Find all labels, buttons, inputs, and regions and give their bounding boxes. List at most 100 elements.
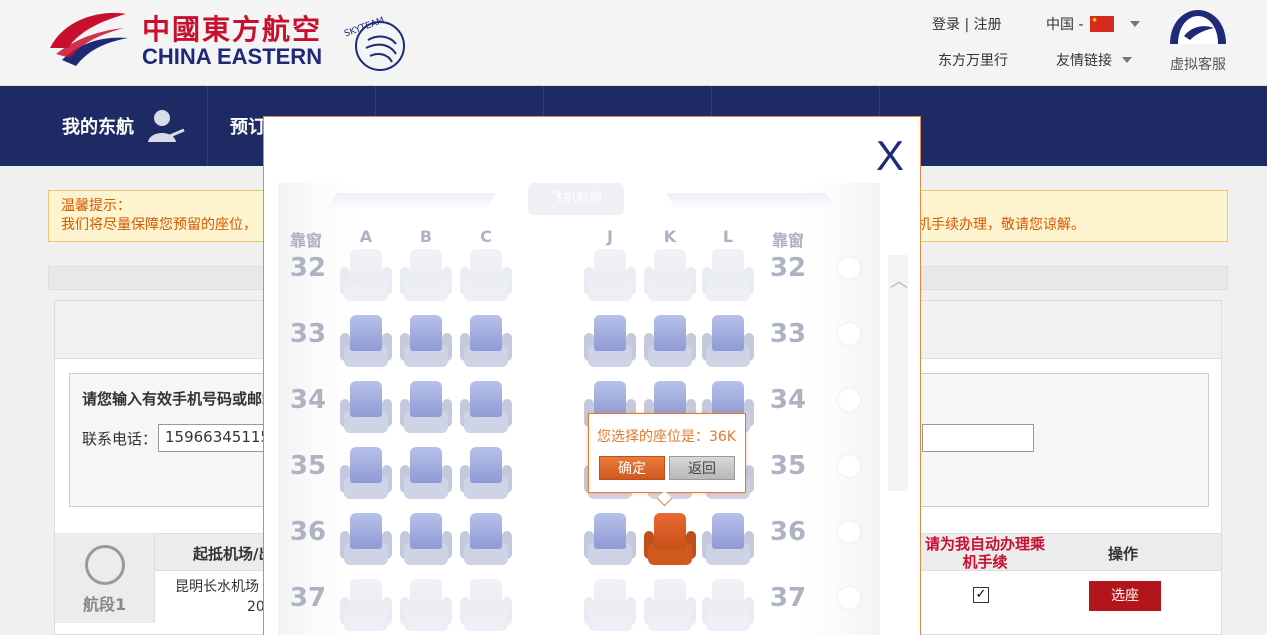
eastern-miles-link[interactable]: 东方万里行: [938, 50, 1008, 70]
column-header-a: A: [359, 227, 373, 246]
column-header-k: K: [663, 227, 677, 246]
column-header-b: B: [419, 227, 433, 246]
close-button[interactable]: X: [876, 133, 904, 179]
plane-icon: [85, 545, 125, 585]
seat-35C[interactable]: [460, 447, 512, 501]
login-register-label[interactable]: 登录 | 注册: [932, 17, 1002, 33]
seat-33K[interactable]: [644, 315, 696, 369]
user-icon: [148, 110, 185, 142]
row-number-33-left: 33: [289, 319, 327, 349]
skyteam-logo-icon: SKYTEAM: [343, 16, 405, 71]
seat-32B[interactable]: [400, 249, 452, 303]
china-flag-icon: [1089, 16, 1114, 32]
seat-34A[interactable]: [340, 381, 392, 435]
nav-my-eastern[interactable]: 我的东航: [40, 86, 208, 166]
seat-37A[interactable]: [340, 579, 392, 633]
seat-map: 飞机前部 靠窗 A B C J K L 靠窗 32 32 33 33 34 34 35 35 3…: [278, 183, 880, 635]
seat-34B[interactable]: [400, 381, 452, 435]
seat-33B[interactable]: [400, 315, 452, 369]
segment-label: 航段1: [83, 595, 127, 614]
seat-36L[interactable]: [702, 513, 754, 567]
phone-label: 联系电话：: [82, 430, 158, 448]
left-wing-shape: [327, 193, 497, 207]
seat-36J[interactable]: [584, 513, 636, 567]
row-number-36-right: 36: [769, 517, 807, 547]
window-label-right: 靠窗: [771, 231, 804, 250]
row-number-35-right: 35: [769, 451, 807, 481]
site-header: 中國東方航空 CHINA EASTERN SKYTEAM 登录 | 注册 中国 …: [0, 0, 1267, 86]
exit-marker-icon: [838, 455, 860, 477]
col-header-operation: 操作: [1107, 545, 1138, 563]
chevron-down-icon[interactable]: [1129, 21, 1140, 27]
row-number-37-right: 37: [769, 583, 807, 613]
email-input[interactable]: [922, 424, 1034, 452]
chevron-down-icon[interactable]: [1122, 57, 1132, 63]
country-label[interactable]: 中国 -: [1046, 14, 1084, 34]
seat-37B[interactable]: [400, 579, 452, 633]
virtual-service-icon[interactable]: [1166, 8, 1230, 46]
column-header-l: L: [722, 227, 734, 246]
row-number-37-left: 37: [289, 583, 327, 613]
exit-marker-icon: [838, 257, 860, 279]
seat-33J[interactable]: [584, 315, 636, 369]
back-button[interactable]: 返回: [669, 456, 735, 480]
confirm-button[interactable]: 确定: [599, 456, 665, 480]
seat-35A[interactable]: [340, 447, 392, 501]
friend-links-dropdown[interactable]: 友情链接: [1056, 50, 1132, 70]
select-seat-button[interactable]: 选座: [1089, 581, 1161, 611]
seat-36C[interactable]: [460, 513, 512, 567]
china-eastern-swallow-logo-icon[interactable]: [46, 8, 130, 74]
row-number-35-left: 35: [289, 451, 327, 481]
exit-marker-icon: [838, 587, 860, 609]
row-number-33-right: 33: [769, 319, 807, 349]
seat-36K[interactable]: [644, 513, 696, 567]
seat-32A[interactable]: [340, 249, 392, 303]
seat-32L[interactable]: [702, 249, 754, 303]
seat-map-modal: X 飞机前部 靠窗 A B C J K L 靠窗 32 32 33 33 34 34 35 3…: [263, 116, 921, 635]
row-number-32-left: 32: [289, 253, 327, 283]
seat-35B[interactable]: [400, 447, 452, 501]
col-header-auto-checkin: 请为我自动办理乘机手续: [925, 535, 1046, 571]
nav-my-eastern-label[interactable]: 我的东航: [62, 113, 134, 139]
notice-line-right: 机手续办理，敬请您谅解。: [917, 217, 1085, 233]
exit-marker-icon: [838, 521, 860, 543]
seat-32C[interactable]: [460, 249, 512, 303]
col-header-airport: 起抵机场/出: [193, 545, 274, 563]
logo-english-name: CHINA EASTERN: [142, 44, 323, 69]
seat-34C[interactable]: [460, 381, 512, 435]
seat-36B[interactable]: [400, 513, 452, 567]
column-header-j: J: [607, 227, 613, 246]
row-number-34-right: 34: [769, 385, 807, 415]
selected-seat-text: 您选择的座位是：36K: [597, 429, 736, 445]
country-selector[interactable]: 中国 -: [1046, 14, 1140, 34]
seat-36A[interactable]: [340, 513, 392, 567]
seat-33A[interactable]: [340, 315, 392, 369]
friend-links-label[interactable]: 友情链接: [1056, 50, 1112, 70]
seat-37L[interactable]: [702, 579, 754, 633]
seat-33L[interactable]: [702, 315, 754, 369]
segment-cell: 航段1: [55, 533, 155, 623]
window-label-left: 靠窗: [289, 231, 322, 250]
seat-32J[interactable]: [584, 249, 636, 303]
seat-37J[interactable]: [584, 579, 636, 633]
contact-title: 请您输入有效手机号码或邮箱: [82, 390, 278, 408]
scroll-up-icon[interactable]: ︿: [890, 267, 908, 293]
logo-chinese-name: 中國東方航空: [142, 13, 323, 46]
nav-booking-label[interactable]: 预订: [230, 113, 266, 139]
aircraft-front-label: 飞机前部: [528, 183, 624, 215]
seat-33C[interactable]: [460, 315, 512, 369]
exit-marker-icon: [838, 323, 860, 345]
virtual-service-link[interactable]: 虚拟客服: [1160, 8, 1236, 74]
login-register-links[interactable]: 登录 | 注册: [932, 14, 1002, 34]
virtual-service-label[interactable]: 虚拟客服: [1160, 54, 1236, 74]
right-wing-shape: [665, 193, 835, 207]
exit-marker-icon: [838, 389, 860, 411]
eastern-miles-label[interactable]: 东方万里行: [938, 53, 1008, 69]
row-number-32-right: 32: [769, 253, 807, 283]
seat-32K[interactable]: [644, 249, 696, 303]
seat-confirm-popover: 您选择的座位是：36K 确定 返回: [588, 413, 746, 493]
auto-checkin-checkbox[interactable]: ✓: [973, 587, 989, 603]
seat-37C[interactable]: [460, 579, 512, 633]
row-number-36-left: 36: [289, 517, 327, 547]
seat-37K[interactable]: [644, 579, 696, 633]
